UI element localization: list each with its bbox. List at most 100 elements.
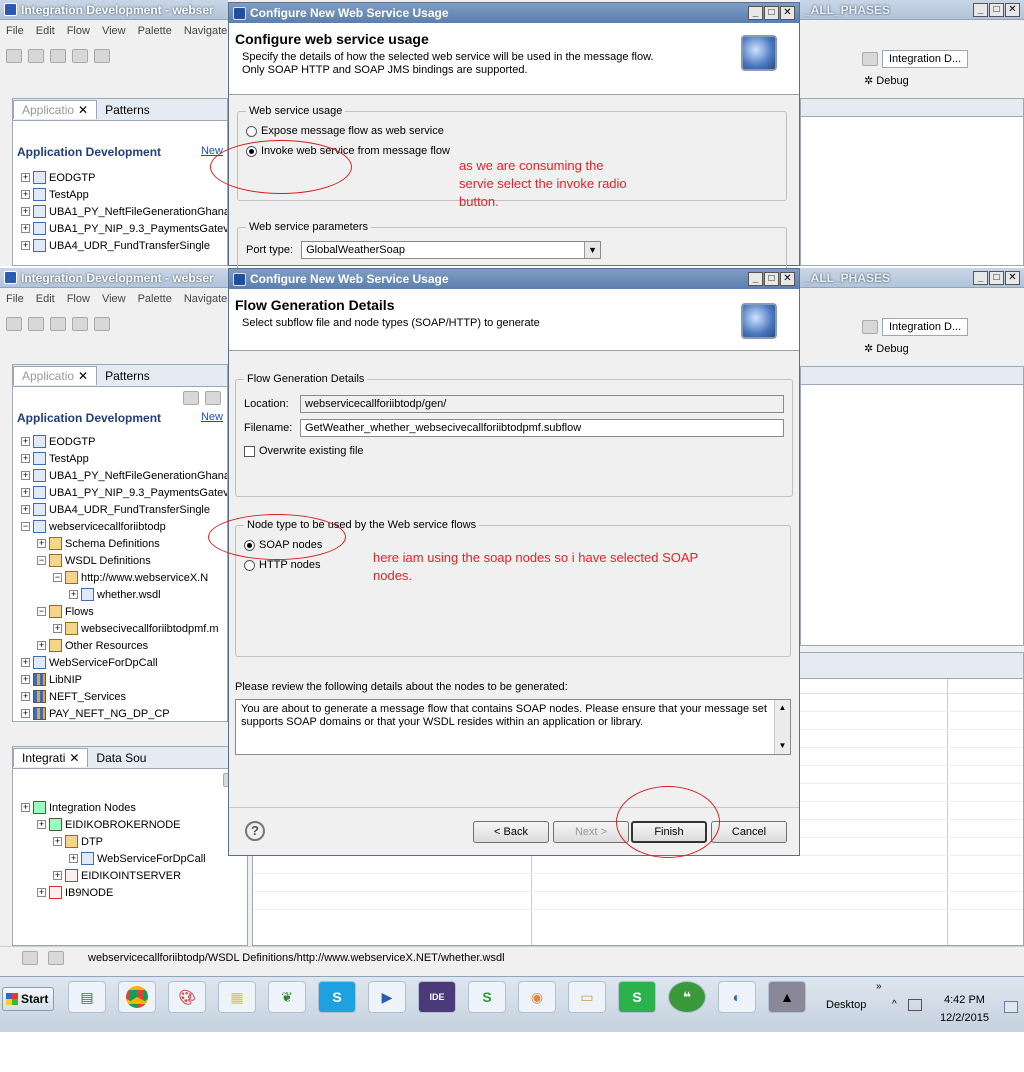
close-button[interactable]: ✕ [1005,271,1020,285]
cancel-button[interactable]: Cancel [711,821,787,843]
menu-view[interactable]: View [102,25,126,37]
clock[interactable]: 4:42 PM 12/2/2015 [940,991,989,1027]
menu-palette[interactable]: Palette [138,25,172,37]
tree-item[interactable]: + TestApp [21,450,227,467]
menu-palette[interactable]: Palette [138,293,172,305]
tab-integration[interactable]: Integrati ✕ [13,748,89,767]
tree-item[interactable]: + NEFT_Services [21,688,227,705]
new-icon[interactable] [6,317,22,331]
menu-navigate[interactable]: Navigate [184,293,227,305]
save-icon[interactable] [28,317,44,331]
collapse-icon[interactable]: − [53,573,62,582]
expand-icon[interactable]: + [37,820,46,829]
tree-item[interactable]: + LibNIP [21,671,227,688]
open-perspective-icon[interactable] [862,52,878,66]
tree-item[interactable]: + WebServiceForDpCall [21,654,227,671]
menu-navigate[interactable]: Navigate [184,25,227,37]
hangouts-icon[interactable]: ❝ [668,981,706,1013]
tab-data-source[interactable]: Data Sou [88,749,154,767]
tree-item[interactable]: + DTP [21,833,247,850]
back-window-titlebar[interactable]: Integration Development - webser [0,0,228,20]
chrome-user-icon[interactable]: ◉ [518,981,556,1013]
show-hidden-icons[interactable]: ^ [892,999,897,1010]
tree-item[interactable]: + TestApp [21,186,227,203]
dialog1-titlebar[interactable]: Configure New Web Service Usage _ □ ✕ [229,3,799,23]
menu-file[interactable]: File [6,293,24,305]
expand-icon[interactable]: + [69,854,78,863]
tree-item[interactable]: + UBA1_PY_NIP_9.3_PaymentsGatev [21,220,227,237]
menu-flow[interactable]: Flow [67,293,90,305]
tree-item[interactable]: + UBA1_PY_NeftFileGenerationGhana [21,467,227,484]
collapse-icon[interactable]: − [37,556,46,565]
expand-icon[interactable]: + [21,803,30,812]
filename-input[interactable]: GetWeather_whether_websecivecallforiibto… [300,419,784,437]
tree-item[interactable]: + UBA1_PY_NIP_9.3_PaymentsGatev [21,484,227,501]
tree-item[interactable]: + WebServiceForDpCall [21,850,247,867]
close-icon[interactable]: ✕ [69,751,79,765]
save-all-icon[interactable] [50,317,66,331]
desktop-toolbar[interactable]: Desktop [826,999,866,1011]
spreadsheet-icon[interactable]: S [618,981,656,1013]
menu-view[interactable]: View [102,293,126,305]
collapse-icon[interactable]: − [37,607,46,616]
skype-icon[interactable]: S [318,981,356,1013]
expand-icon[interactable]: + [53,837,62,846]
tree-item[interactable]: − http://www.webserviceX.N [21,569,227,586]
save-icon[interactable] [28,49,44,63]
radio-expose[interactable]: Expose message flow as web service [246,121,778,141]
collapse-all-icon[interactable] [205,391,221,405]
expand-icon[interactable]: + [21,692,30,701]
front-window-titlebar[interactable]: Integration Development - webser [0,268,228,288]
expand-icon[interactable]: + [21,658,30,667]
maximize-button[interactable]: □ [764,6,779,20]
open-perspective-icon[interactable] [862,320,878,334]
close-button[interactable]: ✕ [780,272,795,286]
save-all-icon[interactable] [50,49,66,63]
perspective-debug[interactable]: ✲ Debug [864,74,909,87]
maximize-button[interactable]: □ [989,3,1004,17]
new-icon[interactable] [6,49,22,63]
dialog2-titlebar[interactable]: Configure New Web Service Usage _ □ ✕ [229,269,799,289]
expand-icon[interactable]: + [53,871,62,880]
scroll-up-icon[interactable]: ▲ [775,700,790,716]
sharing-icon[interactable]: S [468,981,506,1013]
review-textarea[interactable]: You are about to generate a message flow… [235,699,791,755]
binary-icon[interactable] [94,49,110,63]
task-manager-icon[interactable]: ▤ [68,981,106,1013]
notification-icon[interactable] [1004,1001,1018,1013]
expand-icon[interactable]: + [21,488,30,497]
evernote-icon[interactable]: ❦ [268,981,306,1013]
overwrite-checkbox[interactable]: Overwrite existing file [244,441,784,461]
tree-item[interactable]: + whether.wsdl [21,586,227,603]
collapse-icon[interactable]: − [21,522,30,531]
expand-icon[interactable]: + [69,590,78,599]
tree-item[interactable]: + Integration Nodes [21,799,247,816]
minimize-button[interactable]: _ [748,272,763,286]
tree-item[interactable]: + UBA4_UDR_FundTransferSingle [21,501,227,518]
new-link[interactable]: New [201,411,223,425]
network-icon[interactable] [908,999,922,1011]
paint-icon[interactable]: 🎨︎ [168,981,206,1013]
close-button[interactable]: ✕ [1005,3,1020,17]
menu-edit[interactable]: Edit [36,293,55,305]
minimize-button[interactable]: _ [973,271,988,285]
start-button[interactable]: Start [2,987,54,1011]
binary-icon[interactable] [94,317,110,331]
maximize-button[interactable]: □ [764,272,779,286]
menu-file[interactable]: File [6,25,24,37]
tab-application[interactable]: Applicatio ✕ [13,100,98,119]
maximize-button[interactable]: □ [989,271,1004,285]
sticky-notes-icon[interactable]: ▦ [218,981,256,1013]
print-icon[interactable] [72,49,88,63]
tree-item[interactable]: − Flows [21,603,227,620]
tree-item[interactable]: + UBA1_PY_NeftFileGenerationGhana [21,203,227,220]
menu-flow[interactable]: Flow [67,25,90,37]
tree-item[interactable]: + EODGTP [21,433,227,450]
tree-item[interactable]: − webservicecallforiibtodp [21,518,227,535]
scroll-down-icon[interactable]: ▼ [775,738,790,754]
tree-item[interactable]: + PAY_NEFT_NG_DP_CP [21,705,227,721]
tree-item[interactable]: + Schema Definitions [21,535,227,552]
close-icon[interactable]: ✕ [78,369,88,383]
tab-patterns[interactable]: Patterns [97,101,158,119]
expand-icon[interactable]: + [37,641,46,650]
